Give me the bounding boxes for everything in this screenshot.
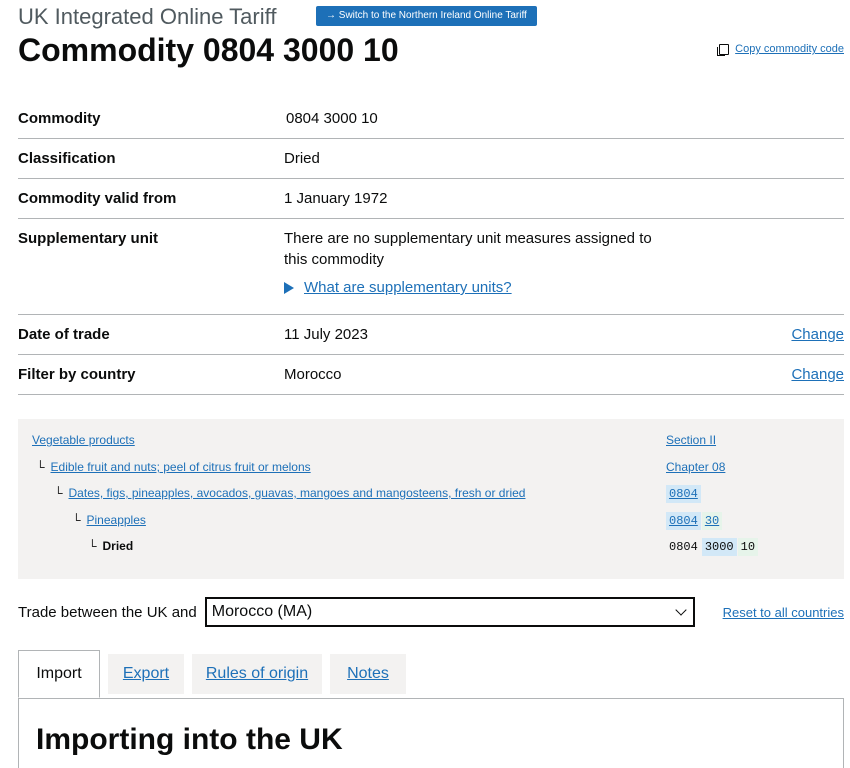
summary-row-valid-from: Commodity valid from 1 January 1972 (18, 179, 844, 219)
change-country-link[interactable]: Change (791, 355, 844, 394)
tab-notes[interactable]: Notes (330, 654, 406, 694)
commodity-code-part: 10 (737, 538, 759, 556)
elbow-icon: └ (72, 513, 81, 527)
copy-commodity-code-link[interactable]: Copy commodity code (735, 43, 844, 55)
summary-row-commodity: Commodity 0804 3000 10 (18, 99, 844, 139)
change-date-link[interactable]: Change (791, 315, 844, 354)
service-name: UK Integrated Online Tariff (18, 4, 277, 29)
tab-export[interactable]: Export (108, 654, 184, 694)
summary-row-classification: Classification Dried (18, 139, 844, 179)
commodity-summary: Commodity 0804 3000 10 Classification Dr… (18, 99, 844, 395)
hierarchy-link-chapter[interactable]: Edible fruit and nuts; peel of citrus fr… (51, 460, 311, 474)
elbow-icon: └ (54, 486, 63, 500)
supplementary-details[interactable]: What are supplementary units? (284, 279, 844, 296)
summary-value: There are no supplementary unit measures… (284, 219, 844, 314)
subheading-code-part[interactable]: 0804 (666, 512, 701, 530)
summary-row-date-of-trade: Date of trade 11 July 2023 Change (18, 315, 844, 355)
summary-value: Dried (284, 150, 320, 167)
summary-key: Date of trade (18, 326, 110, 343)
summary-key: Commodity (18, 110, 101, 127)
heading-code-link[interactable]: 0804 (666, 485, 701, 503)
chapter-link[interactable]: Chapter 08 (666, 460, 725, 474)
switch-tariff-button[interactable]: → Switch to the Northern Ireland Online … (316, 6, 537, 26)
commodity-hierarchy: Vegetable products Section II └ Edible fr… (18, 419, 844, 579)
summary-value: 11 July 2023 (284, 326, 368, 343)
copy-icon[interactable] (717, 43, 730, 56)
commodity-code-part: 3000 (701, 538, 737, 556)
subheading-code-part[interactable]: 30 (701, 512, 723, 530)
summary-value: 0804 3000 10 (286, 110, 378, 127)
tab-list: Import Export Rules of origin Notes (18, 650, 844, 699)
supplementary-text: There are no supplementary unit measures… (284, 230, 652, 268)
hierarchy-link-heading[interactable]: Dates, figs, pineapples, avocados, guava… (69, 486, 526, 500)
supplementary-details-link[interactable]: What are supplementary units? (304, 279, 512, 296)
summary-key: Supplementary unit (18, 230, 159, 247)
summary-value: Morocco (284, 366, 342, 383)
page-title: Commodity 0804 3000 10 (18, 32, 399, 68)
import-panel: Importing into the UK (18, 698, 844, 768)
summary-key: Classification (18, 150, 116, 167)
country-select-value[interactable]: Morocco (MA) (212, 603, 312, 621)
copy-commodity-code[interactable]: Copy commodity code (717, 43, 844, 56)
summary-row-filter-country: Filter by country Morocco Change (18, 355, 844, 395)
hierarchy-current: Dried (102, 539, 134, 553)
hierarchy-link-subheading[interactable]: Pineapples (87, 513, 146, 527)
tab-rules-of-origin[interactable]: Rules of origin (192, 654, 322, 694)
chevron-down-icon[interactable] (675, 603, 687, 616)
section-link[interactable]: Section II (666, 433, 716, 447)
elbow-icon: └ (88, 539, 97, 553)
disclosure-triangle-icon[interactable] (284, 281, 294, 294)
summary-row-supplementary: Supplementary unit There are no suppleme… (18, 219, 844, 315)
summary-value: 1 January 1972 (284, 190, 388, 207)
panel-heading: Importing into the UK (36, 723, 343, 756)
elbow-icon: └ (36, 460, 45, 474)
trade-country-row: Trade between the UK and Morocco (MA) Re… (18, 596, 844, 628)
reset-countries-link[interactable]: Reset to all countries (723, 605, 844, 620)
summary-key: Commodity valid from (18, 190, 177, 207)
hierarchy-link-section[interactable]: Vegetable products (32, 433, 135, 447)
country-select[interactable]: Morocco (MA) (204, 597, 695, 627)
commodity-code-part: 0804 (669, 540, 698, 554)
trade-label: Trade between the UK and (18, 603, 197, 621)
summary-key: Filter by country (18, 366, 136, 383)
tab-import[interactable]: Import (18, 650, 100, 698)
